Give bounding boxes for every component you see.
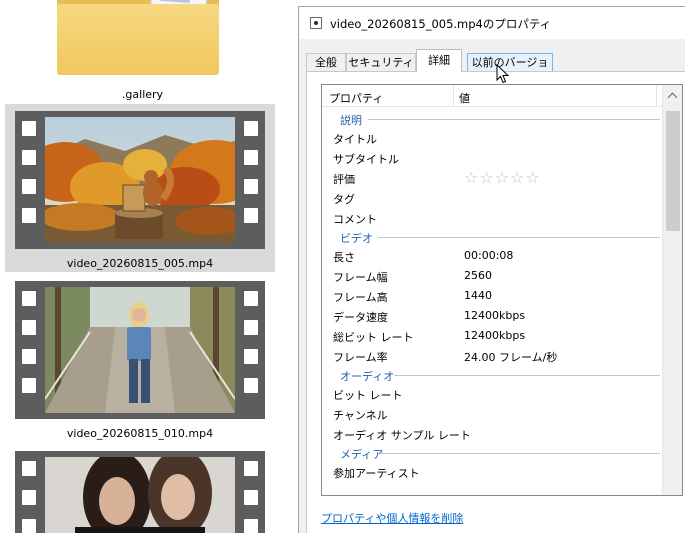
file-tile[interactable]: video_20260815_010.mp4 [5,274,275,442]
section-header-description: 説明 [322,109,672,127]
property-row[interactable]: 参加アーティスト [322,461,672,481]
property-value: 12400kbps [464,329,526,342]
dialog-titlebar[interactable]: video_20260815_005.mp4のプロパティ [299,7,685,39]
property-label: オーディオ サンプル レート [333,429,471,442]
property-label: コメント [333,213,377,226]
property-label: 総ビット レート [333,331,414,344]
property-row[interactable]: フレーム幅 2560 [322,265,672,285]
folder-icon[interactable] [57,0,219,75]
screen: .gallery video_20260815_005.mp4 video_20… [0,0,685,533]
property-label: フレーム率 [333,351,388,364]
file-tile[interactable]: video_20260815_005.mp4 [5,104,275,272]
section-header-video: ビデオ [322,227,672,245]
tab-general[interactable]: 全般 [306,53,346,72]
video-thumbnail [15,451,265,533]
vertical-scrollbar[interactable] [662,85,682,495]
property-row[interactable]: タグ [322,187,672,207]
property-value: 00:00:08 [464,249,514,262]
property-row[interactable]: フレーム率 24.00 フレーム/秒 [322,345,672,365]
scroll-up-arrow-icon[interactable] [667,91,679,103]
property-label: フレーム高 [333,291,388,304]
property-label: 長さ [333,251,355,264]
property-value: 12400kbps [464,309,526,322]
tab-details[interactable]: 詳細 [416,49,462,72]
section-header-audio: オーディオ [322,365,672,383]
property-row[interactable]: 長さ 00:00:08 [322,245,672,265]
autumn-forest-thumbnail [45,117,235,243]
folder-name[interactable]: .gallery [0,88,285,101]
property-value: 24.00 フレーム/秒 [464,351,558,364]
property-row[interactable]: タイトル [322,127,672,147]
property-row[interactable]: 総ビット レート 12400kbps [322,325,672,345]
property-value: 1440 [464,289,492,302]
file-tile[interactable] [5,444,275,533]
column-header-value[interactable]: 値 [459,90,470,106]
rating-stars[interactable]: ☆☆☆☆☆ [464,168,541,187]
file-name[interactable]: video_20260815_010.mp4 [5,427,275,440]
property-row[interactable]: フレーム高 1440 [322,285,672,305]
property-row[interactable]: オーディオ サンプル レート [322,423,672,443]
property-row[interactable]: コメント [322,207,672,227]
dialog-title: video_20260815_005.mp4のプロパティ [330,17,552,31]
property-label: ビット レート [333,389,403,402]
property-list[interactable]: プロパティ 値 説明 タイトル サブタイトル 評価 ☆☆☆☆☆ タグ コメント ビ… [321,84,683,496]
tab-security[interactable]: セキュリティ [346,53,416,72]
property-row[interactable]: チャンネル [322,403,672,423]
property-row[interactable]: ビット レート [322,383,672,403]
remove-properties-link[interactable]: プロパティや個人情報を削除 [321,510,463,526]
scrollbar-thumb[interactable] [666,111,680,231]
mouse-cursor-icon [496,64,510,84]
property-row[interactable]: データ速度 12400kbps [322,305,672,325]
property-label: サブタイトル [333,153,399,166]
property-label: タグ [333,193,355,206]
video-thumbnail [15,281,265,419]
section-header-media: メディア [322,443,672,461]
list-header: プロパティ 値 [322,85,672,107]
file-explorer-pane: .gallery video_20260815_005.mp4 video_20… [0,0,300,533]
woman-on-bridge-thumbnail [45,287,235,413]
property-row[interactable]: サブタイトル [322,147,672,167]
tab-previous-versions[interactable]: 以前のバージョン [467,53,553,86]
property-label: 評価 [333,173,355,186]
property-value: 2560 [464,269,492,282]
property-label: データ速度 [333,311,388,324]
video-file-icon [310,17,322,29]
portrait-thumbnail [45,457,235,533]
video-thumbnail [15,111,265,249]
property-row[interactable]: 評価 ☆☆☆☆☆ [322,167,672,187]
property-rows: 説明 タイトル サブタイトル 評価 ☆☆☆☆☆ タグ コメント ビデオ 長さ 00:… [322,109,672,481]
property-label: チャンネル [333,409,388,422]
property-label: タイトル [333,133,377,146]
column-header-property[interactable]: プロパティ [329,90,383,106]
property-label: フレーム幅 [333,271,388,284]
file-name[interactable]: video_20260815_005.mp4 [5,257,275,270]
property-label: 参加アーティスト [333,467,420,480]
